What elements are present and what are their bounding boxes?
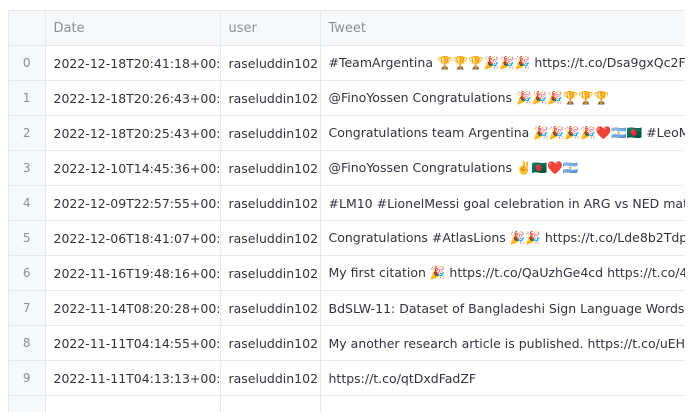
user-cell[interactable]: raseluddin102 xyxy=(220,46,320,81)
row-index-cell[interactable]: 0 xyxy=(9,46,45,81)
date-header[interactable]: Date xyxy=(45,11,220,46)
row-index-cell[interactable]: 6 xyxy=(9,256,45,291)
table-row: 02022-12-18T20:41:18+00:00raseluddin102#… xyxy=(9,46,685,81)
user-cell[interactable]: raseluddin102 xyxy=(220,361,320,396)
date-cell[interactable]: 2022-12-18T20:25:43+00:00 xyxy=(45,116,220,151)
user-cell[interactable]: raseluddin102 xyxy=(220,186,320,221)
header-row: Date user Tweet xyxy=(9,11,685,46)
user-cell[interactable]: raseluddin102 xyxy=(220,291,320,326)
row-index-cell[interactable]: 5 xyxy=(9,221,45,256)
empty-cell xyxy=(320,396,685,412)
row-index-cell[interactable]: 1 xyxy=(9,81,45,116)
tweet-cell[interactable]: #TeamArgentina 🏆🏆🏆🎉🎉🎉 https://t.co/Dsa9g… xyxy=(320,46,685,81)
table: Date user Tweet 02022-12-18T20:41:18+00:… xyxy=(9,11,685,412)
tweet-cell[interactable]: @FinoYossen Congratulations ✌️🇧🇩❤️🇦🇷 xyxy=(320,151,685,186)
date-cell[interactable]: 2022-12-10T14:45:36+00:00 xyxy=(45,151,220,186)
date-cell[interactable]: 2022-11-11T04:13:13+00:00 xyxy=(45,361,220,396)
table-row: 12022-12-18T20:26:43+00:00raseluddin102@… xyxy=(9,81,685,116)
table-row: 32022-12-10T14:45:36+00:00raseluddin102@… xyxy=(9,151,685,186)
tweet-header[interactable]: Tweet xyxy=(320,11,685,46)
date-cell[interactable]: 2022-12-18T20:26:43+00:00 xyxy=(45,81,220,116)
table-row-partial xyxy=(9,396,685,412)
table-row: 42022-12-09T22:57:55+00:00raseluddin102#… xyxy=(9,186,685,221)
user-cell[interactable]: raseluddin102 xyxy=(220,221,320,256)
index-header xyxy=(9,11,45,46)
user-header[interactable]: user xyxy=(220,11,320,46)
table-row: 62022-11-16T19:48:16+00:00raseluddin102M… xyxy=(9,256,685,291)
date-cell[interactable]: 2022-11-11T04:14:55+00:00 xyxy=(45,326,220,361)
row-index-cell[interactable]: 2 xyxy=(9,116,45,151)
tweet-cell[interactable]: My another research article is published… xyxy=(320,326,685,361)
empty-cell xyxy=(9,396,45,412)
user-cell[interactable]: raseluddin102 xyxy=(220,81,320,116)
row-index-cell[interactable]: 4 xyxy=(9,186,45,221)
date-cell[interactable]: 2022-12-06T18:41:07+00:00 xyxy=(45,221,220,256)
date-cell[interactable]: 2022-12-09T22:57:55+00:00 xyxy=(45,186,220,221)
table-row: 22022-12-18T20:25:43+00:00raseluddin102C… xyxy=(9,116,685,151)
row-index-cell[interactable]: 7 xyxy=(9,291,45,326)
table-row: 92022-11-11T04:13:13+00:00raseluddin102h… xyxy=(9,361,685,396)
date-cell[interactable]: 2022-11-14T08:20:28+00:00 xyxy=(45,291,220,326)
row-index-cell[interactable]: 3 xyxy=(9,151,45,186)
user-cell[interactable]: raseluddin102 xyxy=(220,151,320,186)
row-index-cell[interactable]: 9 xyxy=(9,361,45,396)
user-cell[interactable]: raseluddin102 xyxy=(220,256,320,291)
tweet-cell[interactable]: Congratulations #AtlasLions 🎉🎉 https://t… xyxy=(320,221,685,256)
date-cell[interactable]: 2022-12-18T20:41:18+00:00 xyxy=(45,46,220,81)
user-cell[interactable]: raseluddin102 xyxy=(220,326,320,361)
empty-cell xyxy=(220,396,320,412)
table-row: 82022-11-11T04:14:55+00:00raseluddin102M… xyxy=(9,326,685,361)
tweet-cell[interactable]: https://t.co/qtDxdFadZF xyxy=(320,361,685,396)
date-cell[interactable]: 2022-11-16T19:48:16+00:00 xyxy=(45,256,220,291)
tweet-cell[interactable]: #LM10 #LionelMessi goal celebration in A… xyxy=(320,186,685,221)
table-row: 72022-11-14T08:20:28+00:00raseluddin102B… xyxy=(9,291,685,326)
row-index-cell[interactable]: 8 xyxy=(9,326,45,361)
empty-cell xyxy=(45,396,220,412)
dataframe-table[interactable]: Date user Tweet 02022-12-18T20:41:18+00:… xyxy=(8,10,685,412)
tweet-cell[interactable]: My first citation 🎉 https://t.co/QaUzhGe… xyxy=(320,256,685,291)
table-row: 52022-12-06T18:41:07+00:00raseluddin102C… xyxy=(9,221,685,256)
tweet-cell[interactable]: Congratulations team Argentina 🎉🎉🎉🎉❤️🇦🇷🇧… xyxy=(320,116,685,151)
user-cell[interactable]: raseluddin102 xyxy=(220,116,320,151)
tweet-cell[interactable]: @FinoYossen Congratulations 🎉🎉🎉🏆🏆🏆 xyxy=(320,81,685,116)
tweet-cell[interactable]: BdSLW-11: Dataset of Bangladeshi Sign La… xyxy=(320,291,685,326)
